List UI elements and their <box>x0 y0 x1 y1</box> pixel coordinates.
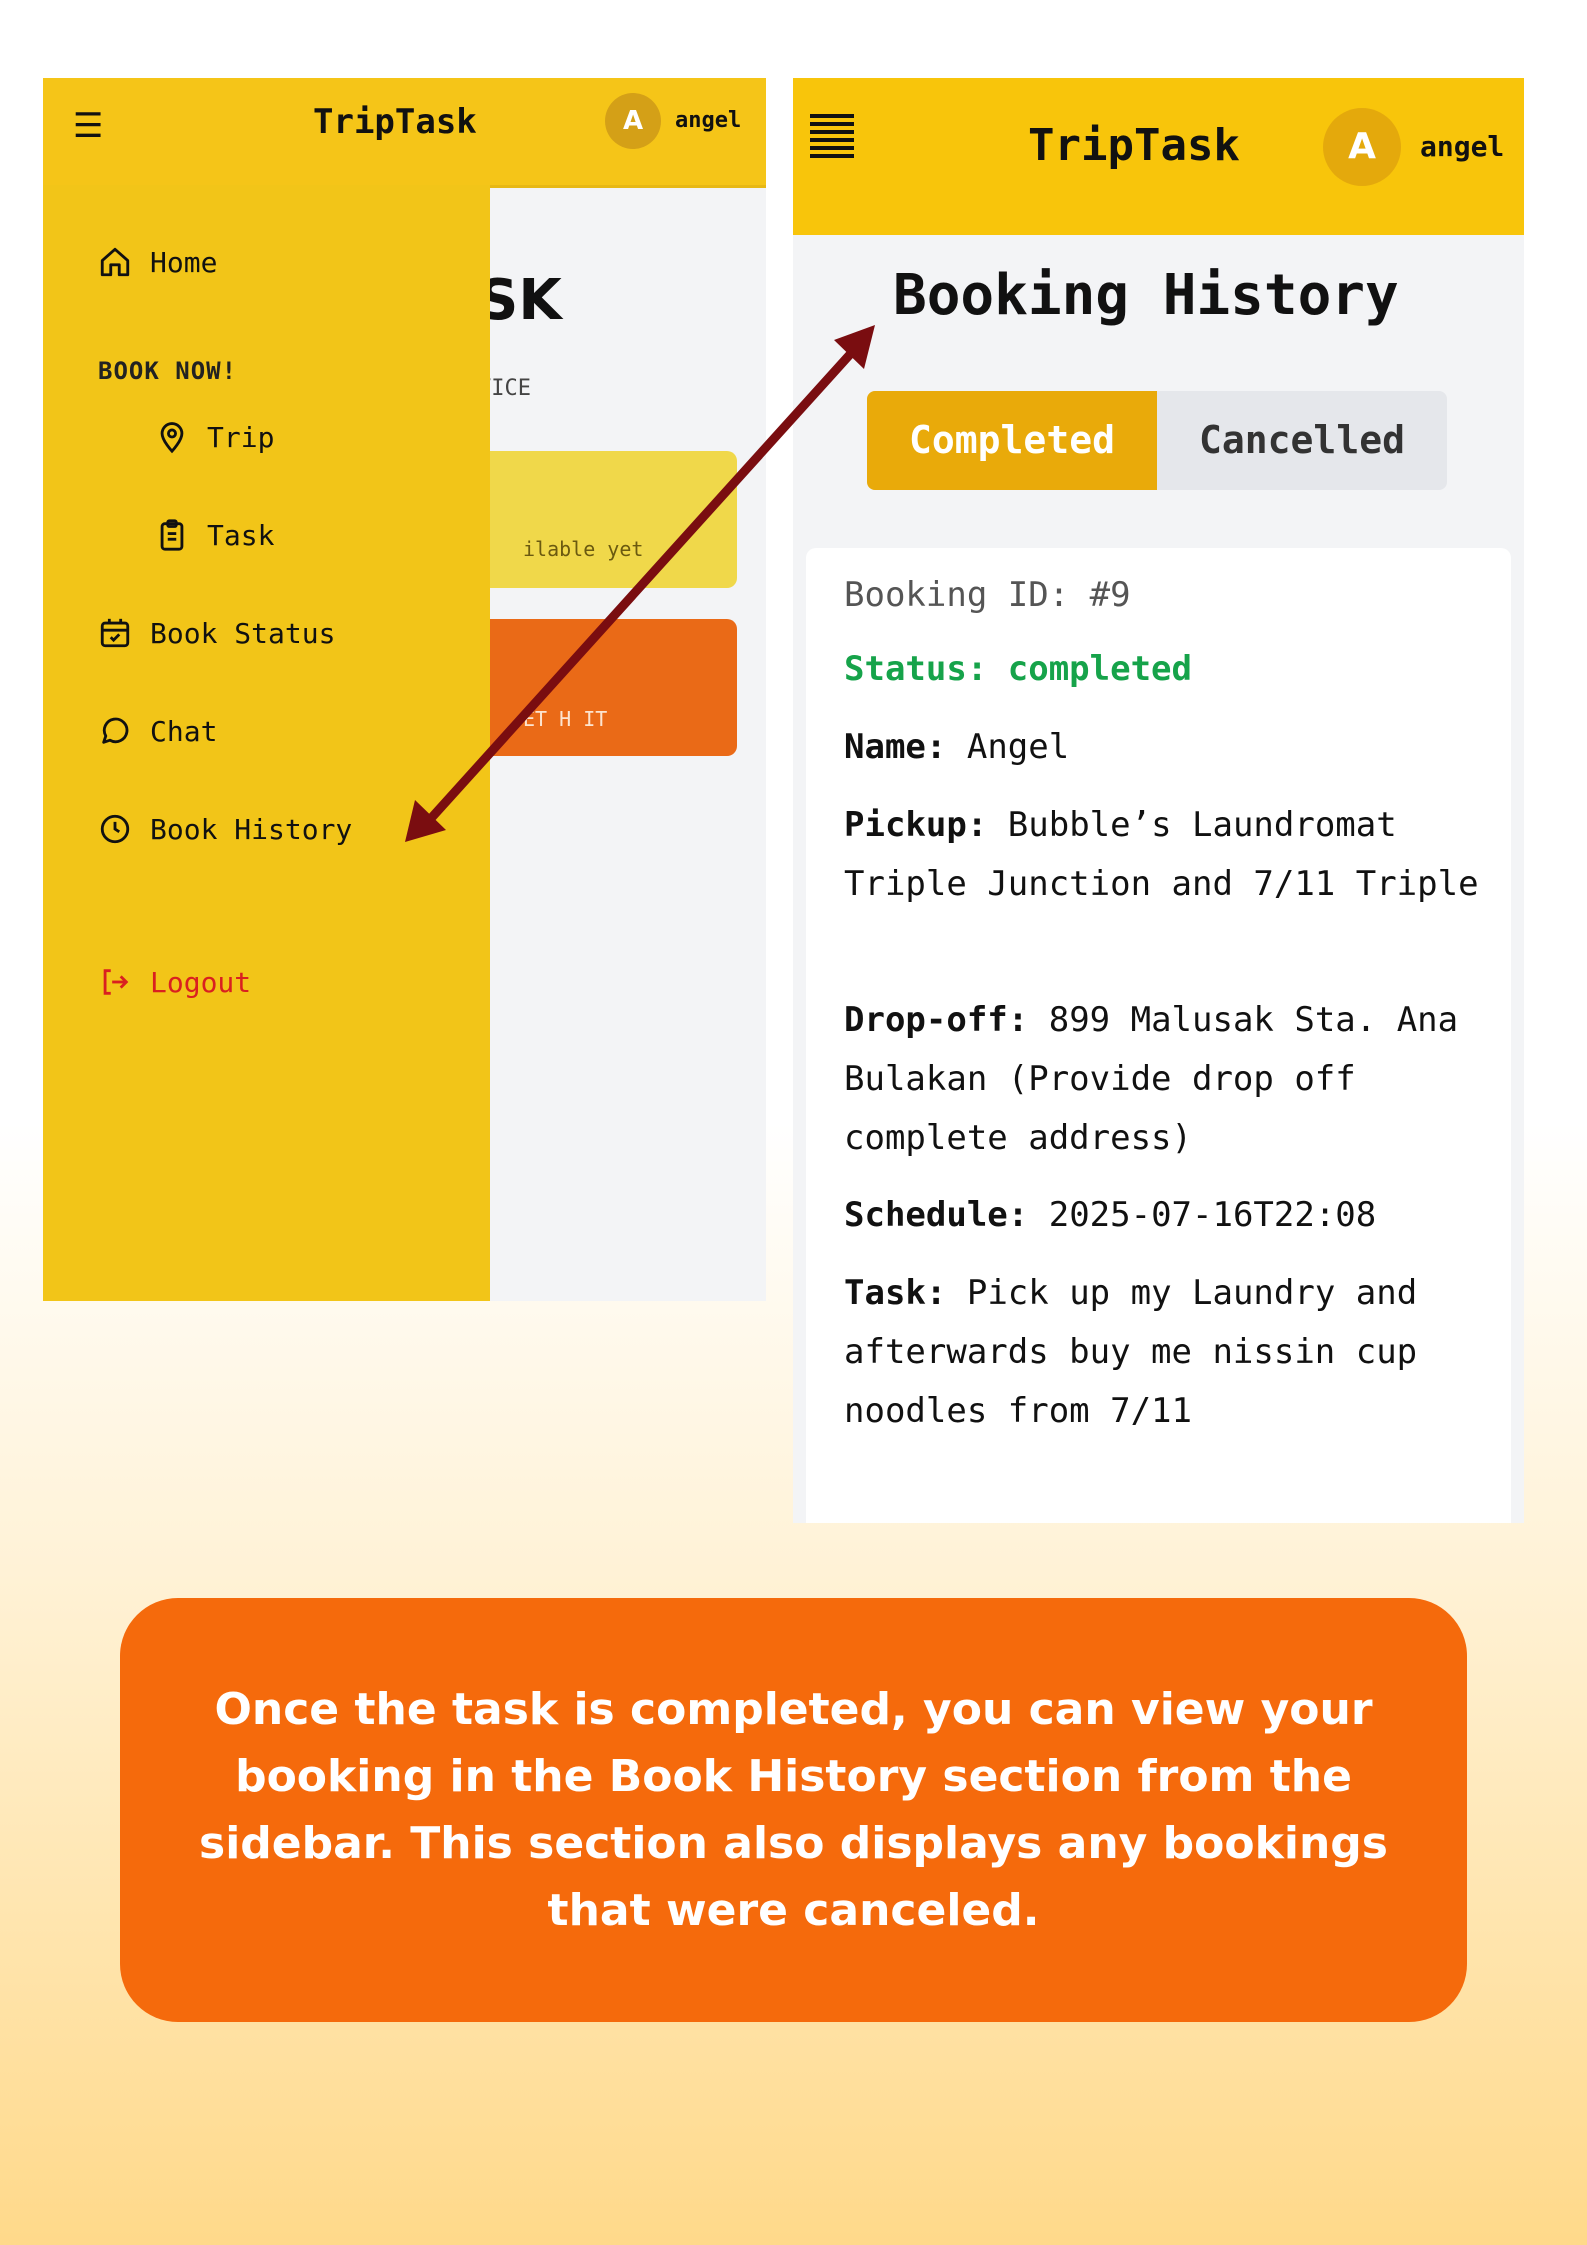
booking-task: Task: Pick up my Laundry and afterwards … <box>844 1264 1494 1441</box>
booking-schedule: Schedule: 2025-07-16T22:08 <box>844 1186 1494 1245</box>
background-heading: SK <box>478 268 562 333</box>
clipboard-icon <box>160 519 184 551</box>
background-card-text: ilable yet <box>523 537 644 561</box>
app-header: ☰ TripTask A angel <box>43 78 766 188</box>
background-card-text: ET H IT <box>523 707 608 731</box>
field-label: Schedule: <box>844 1195 1029 1235</box>
tab-cancelled[interactable]: Cancelled <box>1157 391 1447 490</box>
chat-bubble-icon <box>102 717 129 744</box>
booking-card: Booking ID: #9 Status: completed Name: A… <box>806 548 1511 1523</box>
app-title: TripTask <box>313 102 477 142</box>
field-label: Pickup: <box>844 805 988 845</box>
sidebar-item-logout[interactable]: Logout <box>98 965 251 999</box>
hamburger-icon[interactable]: ☰ <box>73 106 103 146</box>
sidebar-item-task[interactable]: Task <box>155 518 274 552</box>
tab-completed[interactable]: Completed <box>867 391 1157 490</box>
sidebar-item-label: Logout <box>150 965 252 999</box>
right-screenshot: TripTask A angel Booking History Complet… <box>793 78 1524 1523</box>
page-title: Booking History <box>893 263 1399 328</box>
logout-icon <box>103 969 129 995</box>
avatar[interactable]: A <box>1323 108 1401 186</box>
avatar[interactable]: A <box>605 93 661 149</box>
clock-icon <box>100 814 130 844</box>
sidebar-item-trip[interactable]: Trip <box>155 420 274 454</box>
hamburger-icon[interactable] <box>810 114 854 166</box>
field-label: Drop-off: <box>844 1000 1029 1040</box>
sidebar-item-label: Chat <box>150 714 218 748</box>
username[interactable]: angel <box>675 108 741 133</box>
app-header: TripTask A angel <box>793 78 1524 235</box>
sidebar-item-label: Book History <box>150 812 353 846</box>
username[interactable]: angel <box>1420 130 1504 163</box>
field-label: Task: <box>844 1273 947 1313</box>
caption-box: Once the task is completed, you can view… <box>120 1598 1467 2022</box>
history-tabs: Completed Cancelled <box>867 391 1447 490</box>
sidebar-item-book-history[interactable]: Book History <box>98 812 352 846</box>
booking-name: Name: Angel <box>844 718 1494 777</box>
map-pin-icon <box>160 422 184 454</box>
field-value: Angel <box>966 727 1070 767</box>
sidebar-item-label: Trip <box>207 420 275 454</box>
status-badge: Status: completed <box>844 649 1192 689</box>
sidebar-item-chat[interactable]: Chat <box>98 714 217 748</box>
booking-pickup: Pickup: Bubble’s Laundromat Triple Junct… <box>844 796 1494 914</box>
home-icon <box>100 247 130 277</box>
app-title: TripTask <box>1028 120 1240 171</box>
sidebar-section-label: BOOK NOW! <box>98 357 238 385</box>
sidebar: Home BOOK NOW! Trip Task Book Status Cha… <box>43 185 490 1301</box>
booking-dropoff: Drop-off: 899 Malusak Sta. Ana Bulakan (… <box>844 991 1494 1168</box>
calendar-check-icon <box>100 618 130 648</box>
sidebar-item-label: Home <box>150 245 218 279</box>
sidebar-item-label: Book Status <box>150 616 336 650</box>
booking-id: Booking ID: #9 <box>844 575 1131 615</box>
sidebar-item-label: Task <box>207 518 275 552</box>
field-label: Name: <box>844 727 947 767</box>
sidebar-item-home[interactable]: Home <box>98 245 217 279</box>
field-value: 2025-07-16T22:08 <box>1048 1195 1377 1235</box>
caption-text: Once the task is completed, you can view… <box>199 1684 1388 1936</box>
left-screenshot: ☰ TripTask A angel SK VICE ilable yet ET… <box>43 78 766 1301</box>
sidebar-item-book-status[interactable]: Book Status <box>98 616 335 650</box>
